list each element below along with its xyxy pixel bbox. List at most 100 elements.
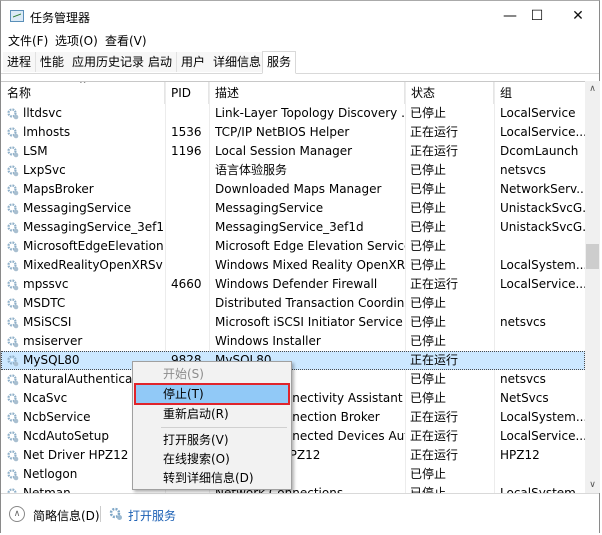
fewer-details-button[interactable]: 简略信息(D) bbox=[33, 507, 100, 524]
menu-file[interactable]: 文件(F) bbox=[8, 32, 48, 49]
table-row[interactable]: NcdAutoSetup Network Connected Devices Au… bbox=[1, 427, 585, 446]
maximize-button[interactable]: ☐ bbox=[514, 1, 560, 31]
service-gear-icon bbox=[7, 202, 19, 215]
service-status: 正在运行 bbox=[410, 125, 459, 139]
table-row[interactable]: MicrosoftEdgeElevationS... Microsoft Edge… bbox=[1, 237, 585, 256]
scroll-down-arrow-icon[interactable]: ∨ bbox=[585, 477, 600, 493]
tab-performance[interactable]: 性能 bbox=[36, 52, 70, 72]
service-gear-icon bbox=[7, 278, 19, 291]
tab-strip: 进程 性能 应用历史记录 启动 用户 详细信息 服务 bbox=[1, 51, 599, 74]
table-row[interactable]: LSM 1196 Local Session Manager 正在运行 DcomLaun… bbox=[1, 142, 585, 161]
context-menu-go-to-details[interactable]: 转到详细信息(D) bbox=[135, 468, 289, 488]
menu-bar: 文件(F) 选项(O) 查看(V) bbox=[1, 31, 599, 49]
service-gear-icon bbox=[7, 373, 19, 386]
table-row[interactable]: MessagingService MessagingService 已停止 Unist… bbox=[1, 199, 585, 218]
service-gear-icon bbox=[7, 297, 19, 310]
column-header-group[interactable]: 组 bbox=[494, 82, 585, 104]
context-menu-restart[interactable]: 重新启动(R) bbox=[135, 404, 289, 424]
service-gear-icon bbox=[7, 335, 19, 348]
table-row[interactable]: MySQL80 9828 MySQL80 正在运行 bbox=[1, 351, 585, 370]
service-pid bbox=[171, 294, 211, 313]
service-group: netsvcs bbox=[500, 315, 546, 329]
service-group: netsvcs bbox=[500, 372, 546, 386]
service-description: Windows Defender Firewall bbox=[215, 277, 378, 291]
column-header-pid[interactable]: PID bbox=[165, 82, 209, 104]
service-status: 已停止 bbox=[410, 296, 447, 310]
service-group: UnistackSvcG... bbox=[500, 220, 585, 234]
service-pid bbox=[171, 180, 211, 199]
table-row[interactable]: msiserver Windows Installer 已停止 bbox=[1, 332, 585, 351]
table-row[interactable]: MessagingService_3ef1d MessagingService_3… bbox=[1, 218, 585, 237]
tab-app-history[interactable]: 应用历史记录 bbox=[68, 52, 150, 72]
service-status: 已停止 bbox=[410, 467, 447, 481]
service-name: LSM bbox=[23, 144, 48, 158]
context-menu-stop[interactable]: 停止(T) bbox=[134, 383, 290, 405]
service-status: 已停止 bbox=[410, 182, 447, 196]
chevron-up-circle-icon[interactable]: ∧ bbox=[9, 506, 25, 522]
table-header: ^ 名称 PID 描述 状态 组 bbox=[1, 82, 585, 104]
service-status: 正在运行 bbox=[410, 353, 459, 367]
table-row[interactable]: MSiSCSI Microsoft iSCSI Initiator Service… bbox=[1, 313, 585, 332]
service-group: LocalService... bbox=[500, 429, 585, 443]
service-name: MessagingService bbox=[23, 201, 132, 215]
service-gear-icon bbox=[7, 221, 19, 234]
vertical-scrollbar[interactable]: ∧ ∨ bbox=[585, 81, 600, 493]
open-services-link[interactable]: 打开服务 bbox=[128, 507, 176, 524]
service-pid: 1196 bbox=[171, 144, 202, 158]
scroll-up-arrow-icon[interactable]: ∧ bbox=[585, 81, 600, 97]
service-status: 已停止 bbox=[410, 163, 447, 177]
service-gear-icon bbox=[7, 468, 19, 481]
menu-options[interactable]: 选项(O) bbox=[55, 32, 98, 49]
column-header-description[interactable]: 描述 bbox=[209, 82, 405, 104]
service-status: 已停止 bbox=[410, 372, 447, 386]
close-button[interactable]: ✕ bbox=[555, 1, 601, 31]
column-header-name[interactable]: 名称 bbox=[1, 82, 165, 104]
service-description: MessagingService bbox=[215, 201, 324, 215]
service-name: MicrosoftEdgeElevationS... bbox=[23, 239, 163, 253]
service-description: Distributed Transaction Coordina... bbox=[215, 296, 405, 310]
menu-view[interactable]: 查看(V) bbox=[105, 32, 147, 49]
table-row[interactable]: Net Driver HPZ12Net Driver HPZ12正在运行HPZ1… bbox=[1, 446, 585, 465]
service-group bbox=[500, 465, 585, 484]
table-row[interactable]: NcaSvc Network Connectivity Assistant 已停止 N… bbox=[1, 389, 585, 408]
service-group: LocalService bbox=[500, 106, 576, 120]
service-status: 正在运行 bbox=[410, 410, 459, 424]
services-gear-icon bbox=[109, 507, 122, 520]
context-menu: 开始(S) 停止(T) 重新启动(R) 打开服务(V) 在线搜索(O) 转到详细… bbox=[132, 361, 292, 490]
service-name: MSiSCSI bbox=[23, 315, 72, 329]
service-status: 正在运行 bbox=[410, 144, 459, 158]
table-row[interactable]: lmhosts 1536 TCP/IP NetBIOS Helper 正在运行 Loca… bbox=[1, 123, 585, 142]
table-row[interactable]: MSDTC Distributed Transaction Coordina...… bbox=[1, 294, 585, 313]
service-name: MessagingService_3ef1d bbox=[23, 220, 163, 234]
tab-services[interactable]: 服务 bbox=[262, 51, 297, 74]
service-gear-icon bbox=[7, 316, 19, 329]
table-row[interactable]: NaturalAuthentication 已停止 netsvcs bbox=[1, 370, 585, 389]
context-menu-search-online[interactable]: 在线搜索(O) bbox=[135, 449, 289, 469]
service-pid bbox=[171, 104, 211, 123]
context-menu-open-services[interactable]: 打开服务(V) bbox=[135, 430, 289, 450]
table-row[interactable]: MapsBroker Downloaded Maps Manager 已停止 Netw… bbox=[1, 180, 585, 199]
table-row[interactable]: mpssvc 4660 Windows Defender Firewall 正在运行 L… bbox=[1, 275, 585, 294]
service-name: MixedRealityOpenXRSvc bbox=[23, 258, 163, 272]
tab-processes[interactable]: 进程 bbox=[3, 52, 37, 72]
service-status: 已停止 bbox=[410, 391, 447, 405]
service-name: LxpSvc bbox=[23, 163, 66, 177]
column-header-status[interactable]: 状态 bbox=[405, 82, 494, 104]
scrollbar-thumb[interactable] bbox=[586, 244, 599, 269]
tab-details[interactable]: 详细信息 bbox=[209, 52, 267, 72]
service-pid bbox=[171, 332, 211, 351]
service-group: LocalSystem... bbox=[500, 258, 585, 272]
table-row[interactable]: LxpSvc 语言体验服务 已停止 netsvcs bbox=[1, 161, 585, 180]
service-description: Windows Mixed Reality OpenXR ... bbox=[215, 258, 405, 272]
service-status: 正在运行 bbox=[410, 448, 459, 462]
service-status: 已停止 bbox=[410, 220, 447, 234]
table-row[interactable]: Netlogon 已停止 bbox=[1, 465, 585, 484]
table-row[interactable]: MixedRealityOpenXRSvc Windows Mixed Reali… bbox=[1, 256, 585, 275]
tab-startup[interactable]: 启动 bbox=[144, 52, 178, 72]
service-group: NetSvcs bbox=[500, 391, 549, 405]
table-row[interactable]: lltdsvc Link-Layer Topology Discovery ...… bbox=[1, 104, 585, 123]
service-status: 已停止 bbox=[410, 106, 447, 120]
service-description: Microsoft Edge Elevation Service... bbox=[215, 239, 405, 253]
table-row[interactable]: NcbService Network Connection Broker 正在运行 L… bbox=[1, 408, 585, 427]
tab-users[interactable]: 用户 bbox=[177, 52, 211, 72]
